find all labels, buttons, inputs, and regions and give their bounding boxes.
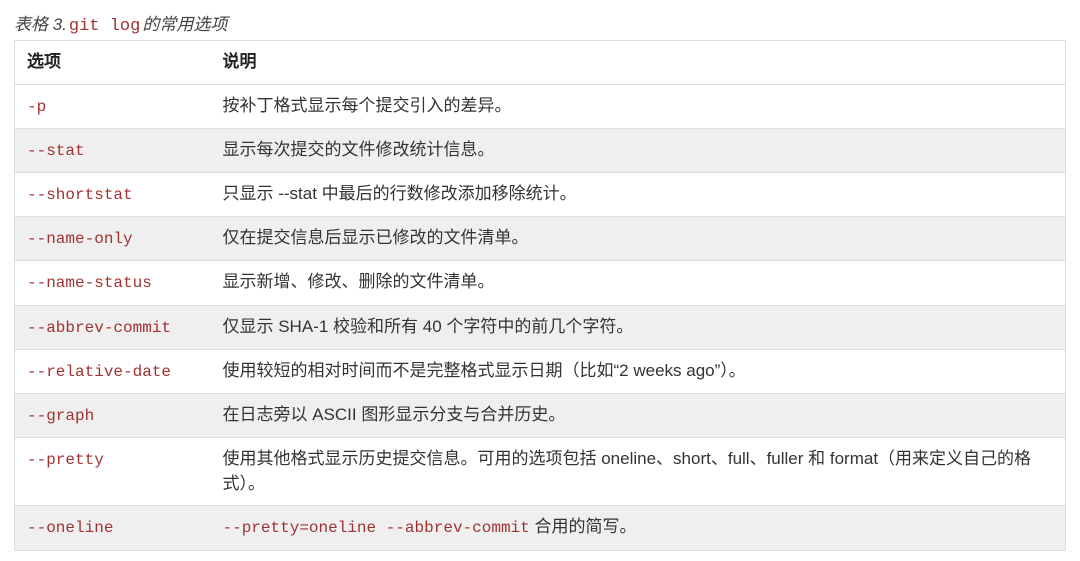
table-caption: 表格 3.git log的常用选项 [14,10,1066,36]
option-code: --stat [27,142,85,160]
table-row: --abbrev-commit 仅显示 SHA-1 校验和所有 40 个字符中的… [15,305,1066,349]
caption-command: git log [67,17,142,36]
option-code: --shortstat [27,186,133,204]
option-code: --relative-date [27,363,171,381]
option-code: --name-only [27,230,133,248]
option-description: 只显示 --stat 中最后的行数修改添加移除统计。 [211,173,1066,217]
option-code: --abbrev-commit [27,319,171,337]
table-row: --oneline --pretty=oneline --abbrev-comm… [15,506,1066,550]
table-row: --shortstat 只显示 --stat 中最后的行数修改添加移除统计。 [15,173,1066,217]
option-description: 显示新增、修改、删除的文件清单。 [211,261,1066,305]
option-code: -p [27,98,46,116]
table-row: --pretty 使用其他格式显示历史提交信息。可用的选项包括 oneline、… [15,438,1066,506]
header-description: 说明 [211,41,1066,85]
table-header-row: 选项 说明 [15,41,1066,85]
table-row: --name-status 显示新增、修改、删除的文件清单。 [15,261,1066,305]
option-code: --oneline [27,519,113,537]
table-row: -p 按补丁格式显示每个提交引入的差异。 [15,84,1066,128]
options-table: 选项 说明 -p 按补丁格式显示每个提交引入的差异。 --stat 显示每次提交… [14,40,1066,551]
caption-prefix: 表格 3. [14,15,67,34]
table-row: --relative-date 使用较短的相对时间而不是完整格式显示日期（比如“… [15,349,1066,393]
option-description: 仅显示 SHA-1 校验和所有 40 个字符中的前几个字符。 [211,305,1066,349]
option-description: 在日志旁以 ASCII 图形显示分支与合并历史。 [211,393,1066,437]
option-code: --name-status [27,274,152,292]
option-description: 使用其他格式显示历史提交信息。可用的选项包括 oneline、short、ful… [211,438,1066,506]
option-description: 使用较短的相对时间而不是完整格式显示日期（比如“2 weeks ago”）。 [211,349,1066,393]
inline-code: --pretty=oneline --abbrev-commit [223,519,530,537]
desc-suffix: 合用的简写。 [530,517,637,536]
table-row: --stat 显示每次提交的文件修改统计信息。 [15,128,1066,172]
option-description: 仅在提交信息后显示已修改的文件清单。 [211,217,1066,261]
option-code: --graph [27,407,94,425]
table-row: --name-only 仅在提交信息后显示已修改的文件清单。 [15,217,1066,261]
header-option: 选项 [15,41,211,85]
option-description: --pretty=oneline --abbrev-commit 合用的简写。 [211,506,1066,550]
option-description: 显示每次提交的文件修改统计信息。 [211,128,1066,172]
option-description: 按补丁格式显示每个提交引入的差异。 [211,84,1066,128]
caption-suffix: 的常用选项 [142,15,227,34]
table-row: --graph 在日志旁以 ASCII 图形显示分支与合并历史。 [15,393,1066,437]
option-code: --pretty [27,451,104,469]
